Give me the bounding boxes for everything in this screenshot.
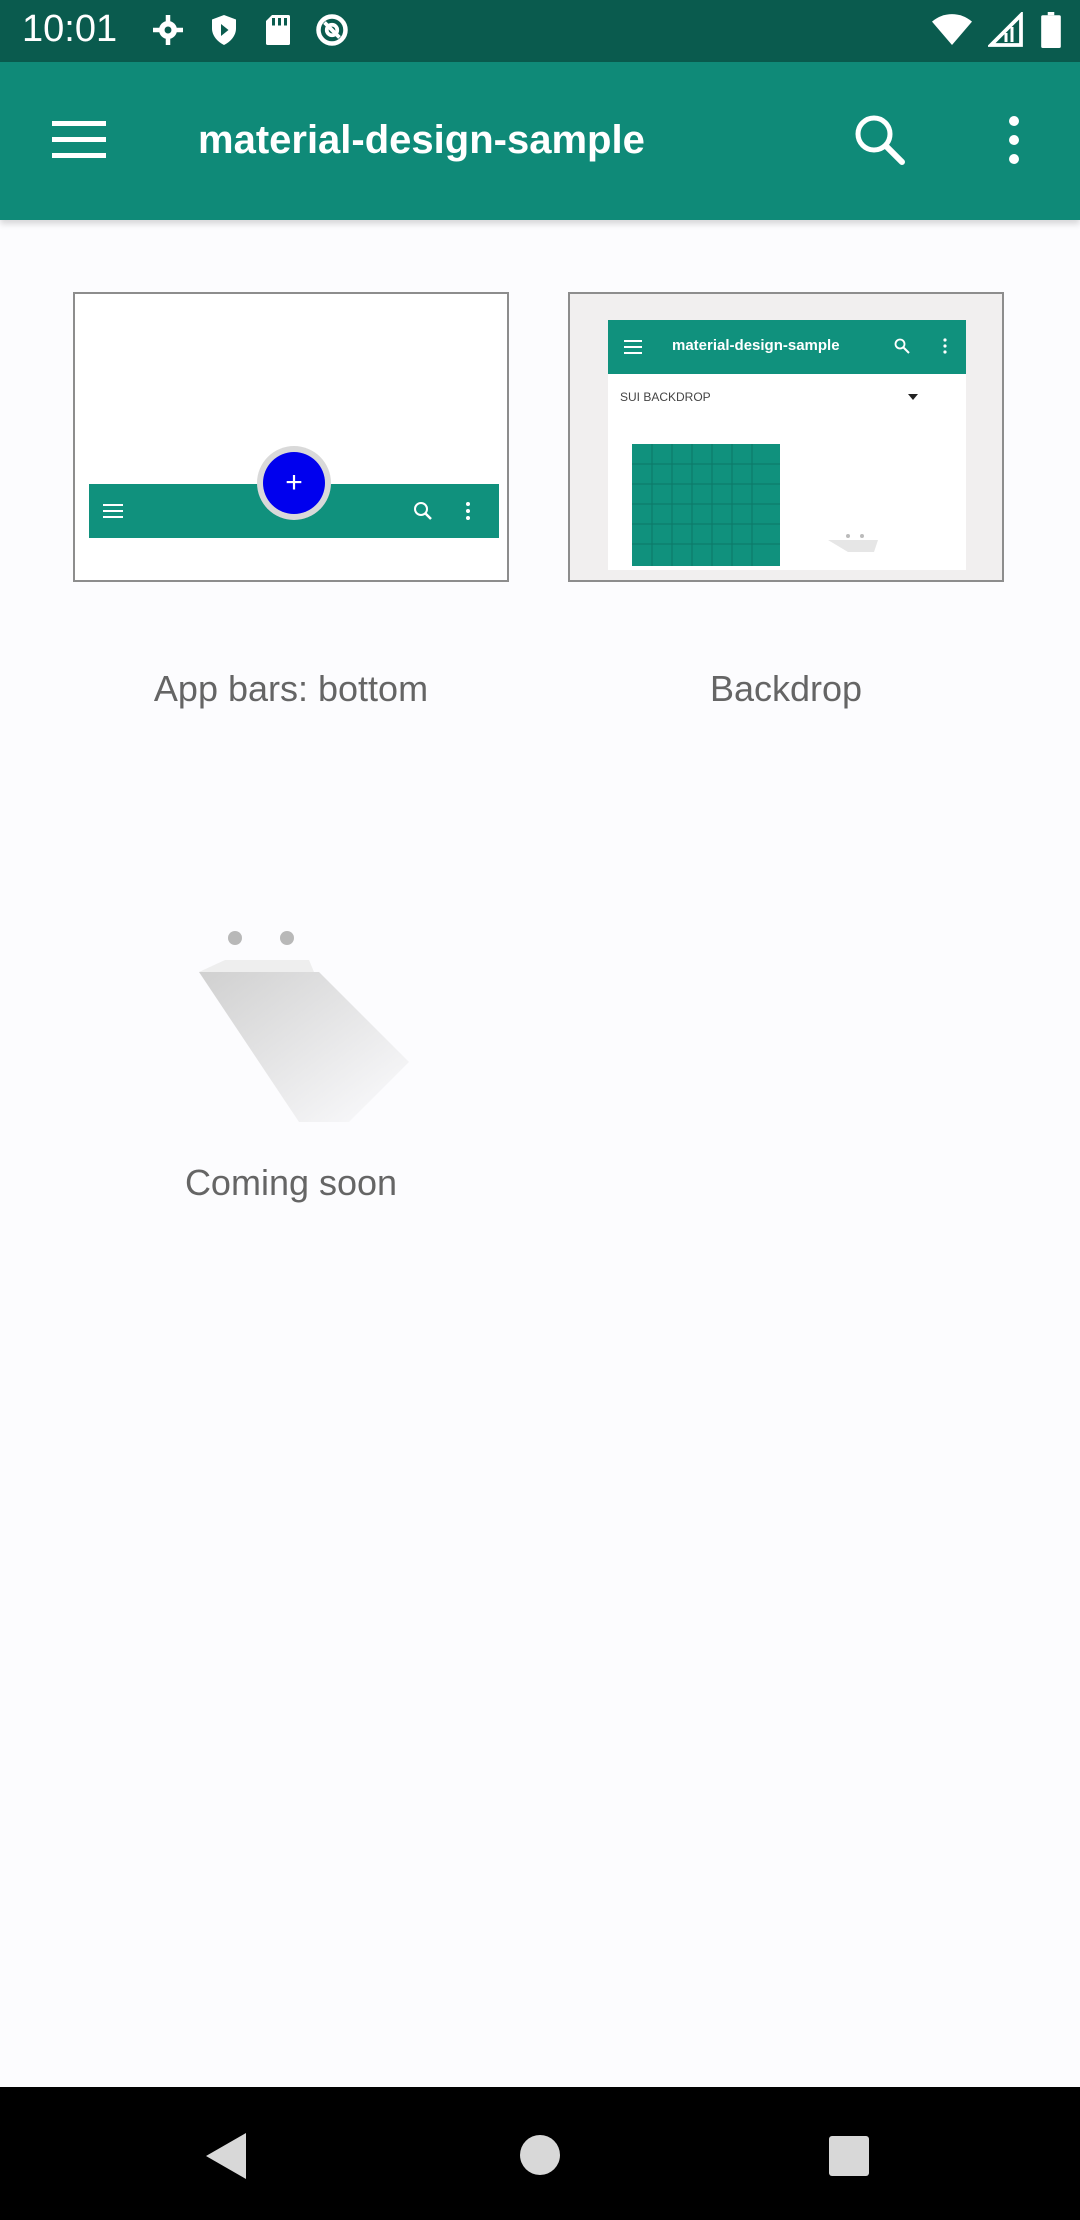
more-vert-icon: [466, 502, 470, 520]
search-icon: [894, 338, 910, 354]
card-label-backdrop: Backdrop: [709, 668, 863, 709]
card-label-app-bars-bottom: App bars: bottom: [153, 668, 429, 709]
search-icon[interactable]: [852, 112, 908, 168]
backdrop-preview-bar: material-design-sample: [608, 320, 966, 374]
back-icon[interactable]: [204, 2131, 248, 2181]
search-icon: [414, 502, 432, 520]
dropdown-arrow-icon: [908, 394, 918, 400]
cell-signal-icon: [988, 12, 1023, 47]
card-label-coming-soon: Coming soon: [184, 1162, 398, 1203]
status-time: 10:01: [22, 8, 118, 50]
sd-card-icon: [266, 15, 290, 45]
android-placeholder-icon: [828, 534, 878, 552]
card-backdrop[interactable]: material-design-sample SUI BACKDROP: [568, 292, 1004, 582]
status-icons-left: [150, 12, 350, 48]
card-coming-soon[interactable]: [73, 900, 509, 1160]
backdrop-preview: material-design-sample SUI BACKDROP: [608, 320, 966, 570]
wifi-icon: [932, 14, 972, 45]
more-vert-icon[interactable]: [1000, 112, 1028, 168]
backdrop-preview-grid: [632, 444, 780, 566]
more-vert-icon: [943, 338, 947, 354]
backdrop-preview-select: SUI BACKDROP: [620, 390, 711, 404]
shield-play-icon: [212, 15, 236, 45]
status-bar: 10:01: [0, 0, 1080, 62]
fab-add-icon: +: [263, 452, 325, 514]
status-icons-right: [932, 12, 1062, 48]
menu-icon: [624, 340, 642, 354]
backdrop-preview-title: material-design-sample: [672, 337, 840, 354]
home-icon[interactable]: [518, 2133, 562, 2177]
card-app-bars-bottom[interactable]: +: [73, 292, 509, 582]
android-placeholder-icon: [199, 931, 409, 1122]
menu-icon: [103, 504, 123, 518]
battery-icon: [1041, 12, 1061, 48]
settings-icon: [153, 15, 183, 45]
navigation-bar: [0, 2087, 1080, 2220]
at-sign-icon: [316, 14, 348, 46]
page-title: material-design-sample: [198, 118, 645, 162]
recents-icon[interactable]: [828, 2135, 870, 2177]
top-app-bar: material-design-sample: [0, 62, 1080, 220]
menu-icon[interactable]: [52, 118, 106, 162]
